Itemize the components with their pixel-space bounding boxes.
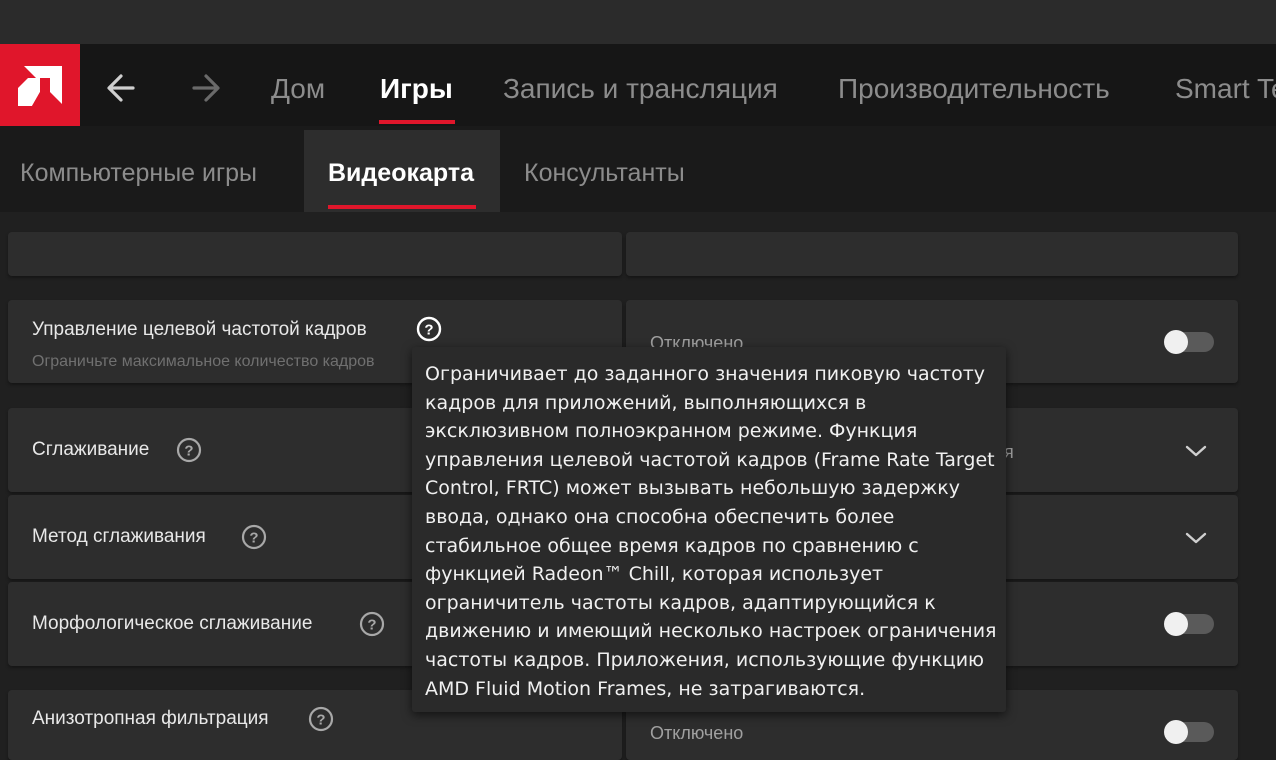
svg-text:?: ? — [367, 617, 376, 634]
help-icon[interactable]: ? — [176, 437, 202, 463]
chevron-down-icon[interactable] — [1184, 443, 1208, 459]
amd-logo-icon[interactable] — [0, 44, 80, 126]
title-bar — [0, 0, 1276, 44]
nav-tab-games[interactable]: Игры — [380, 70, 453, 108]
nav-tab-recording[interactable]: Запись и трансляция — [503, 70, 778, 108]
morphological-aa-title: Морфологическое сглаживание — [32, 613, 313, 634]
chevron-down-icon[interactable] — [1184, 530, 1208, 546]
nav-tab-active-indicator — [379, 120, 455, 124]
sub-tab-pc-games[interactable]: Компьютерные игры — [20, 156, 257, 190]
tooltip-text: Ограничивает до заданного значения пиков… — [425, 363, 997, 700]
arrow-right-icon[interactable] — [190, 70, 222, 106]
frtc-subtitle: Ограничьте максимальное количество кадро… — [32, 353, 375, 370]
help-icon[interactable]: ? — [308, 706, 334, 732]
nav-tab-smart-technology[interactable]: Smart Te — [1175, 70, 1276, 108]
help-tooltip: Ограничивает до заданного значения пиков… — [412, 347, 1006, 712]
frtc-title: Управление целевой частотой кадров — [32, 319, 367, 340]
help-icon[interactable]: ? — [359, 611, 385, 637]
anisotropic-value: Отключено — [650, 723, 744, 743]
frtc-toggle[interactable] — [1164, 330, 1214, 354]
arrow-left-icon[interactable] — [105, 70, 137, 106]
morphological-aa-toggle[interactable] — [1164, 612, 1214, 636]
settings-row-previous — [8, 232, 622, 276]
nav-tab-home[interactable]: Дом — [271, 70, 325, 108]
anisotropic-title: Анизотропная фильтрация — [32, 708, 269, 729]
toggle-knob — [1164, 720, 1188, 744]
svg-text:?: ? — [249, 530, 258, 547]
toggle-knob — [1164, 330, 1188, 354]
help-icon[interactable]: ? — [416, 316, 442, 342]
sub-tab-advisors[interactable]: Консультанты — [524, 156, 685, 190]
sub-tab-graphics-card[interactable]: Видеокарта — [328, 156, 474, 190]
anisotropic-toggle[interactable] — [1164, 720, 1214, 744]
aa-method-title: Метод сглаживания — [32, 526, 206, 547]
svg-text:?: ? — [184, 443, 193, 460]
svg-text:?: ? — [316, 712, 325, 729]
sub-tab-active-indicator — [328, 205, 476, 209]
settings-row-previous-value — [626, 232, 1238, 276]
antialiasing-title: Сглаживание — [32, 439, 150, 460]
help-icon[interactable]: ? — [241, 524, 267, 550]
toggle-knob — [1164, 612, 1188, 636]
svg-text:?: ? — [424, 322, 433, 339]
nav-tab-performance[interactable]: Производительность — [838, 70, 1110, 108]
